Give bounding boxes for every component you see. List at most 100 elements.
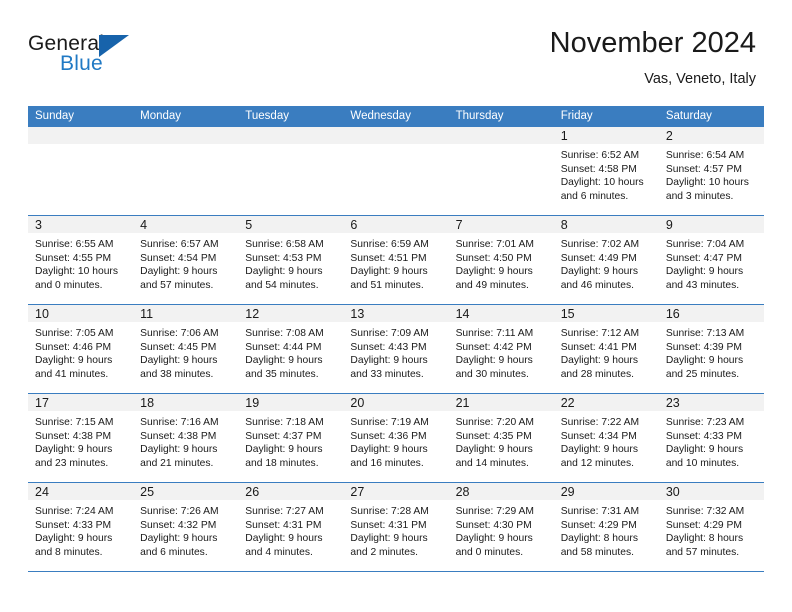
day-detail-line: Sunset: 4:33 PM [665, 430, 742, 442]
day-detail-line: Sunrise: 7:04 AM [665, 239, 745, 250]
day-number-band: 10 [28, 305, 134, 323]
day-detail-line: Daylight: 10 hours [560, 177, 644, 189]
location-subtitle: Vas, Veneto, Italy [644, 71, 756, 87]
calendar-day-cell[interactable]: 17 Sunrise: 7:15 AM Sunset: 4:38 PM Dayligh… [28, 394, 134, 482]
page-title: November 2024 [549, 27, 756, 59]
calendar-day-cell[interactable]: 14 Sunrise: 7:11 AM Sunset: 4:42 PM Dayligh… [448, 305, 554, 393]
day-detail-line: Sunrise: 7:01 AM [455, 239, 534, 250]
day-detail-line: and 2 minutes. [350, 546, 418, 558]
day-detail-line: Daylight: 9 hours [245, 533, 323, 545]
day-detail-line: Sunset: 4:41 PM [560, 341, 637, 353]
day-number-band: 23 [658, 394, 764, 412]
day-detail-line: Sunset: 4:37 PM [245, 430, 322, 442]
calendar-day-cell[interactable]: 12 Sunrise: 7:08 AM Sunset: 4:44 PM Dayligh… [238, 305, 344, 393]
day-detail-line: Daylight: 9 hours [560, 444, 638, 456]
day-detail-line: Sunset: 4:36 PM [350, 430, 427, 442]
weekday-header-wednesday: Wednesday [350, 110, 411, 122]
calendar-day-cell[interactable]: 16 Sunrise: 7:13 AM Sunset: 4:39 PM Dayligh… [658, 305, 764, 393]
day-detail-line: Sunset: 4:47 PM [665, 252, 742, 264]
day-details: Sunrise: 7:31 AM Sunset: 4:29 PM Daylight:… [554, 501, 659, 559]
day-detail-line: Sunset: 4:44 PM [245, 341, 322, 353]
day-number-band: 17 [28, 394, 134, 412]
day-details: Sunrise: 7:06 AM Sunset: 4:45 PM Daylight:… [133, 323, 238, 381]
day-detail-line: Daylight: 10 hours [35, 266, 118, 278]
day-details: Sunrise: 6:54 AM Sunset: 4:57 PM Daylight:… [659, 145, 764, 203]
calendar-day-cell[interactable]: 20 Sunrise: 7:19 AM Sunset: 4:36 PM Dayligh… [343, 394, 449, 482]
weekday-header-row: Sunday Monday Tuesday Wednesday Thursday… [28, 106, 764, 127]
day-detail-line: Sunrise: 7:09 AM [350, 328, 429, 339]
day-detail-line: Daylight: 8 hours [560, 533, 638, 545]
day-detail-line: Sunrise: 7:19 AM [350, 417, 429, 428]
day-number: 17 [35, 396, 49, 410]
day-detail-line: and 57 minutes. [140, 279, 214, 291]
day-number-band: 29 [553, 483, 659, 501]
calendar-day-cell[interactable]: 18 Sunrise: 7:16 AM Sunset: 4:38 PM Dayligh… [133, 394, 239, 482]
day-number: 1 [560, 129, 568, 143]
calendar-day-cell[interactable]: 7 Sunrise: 7:01 AM Sunset: 4:50 PM Daylight… [448, 216, 554, 304]
calendar-day-cell[interactable]: 27 Sunrise: 7:28 AM Sunset: 4:31 PM Dayligh… [343, 483, 449, 571]
calendar-day-cell[interactable]: 26 Sunrise: 7:27 AM Sunset: 4:31 PM Dayligh… [238, 483, 344, 571]
day-detail-line: Sunset: 4:39 PM [665, 341, 742, 353]
page-header: General Blue November 2024 Vas, Veneto, … [28, 26, 756, 98]
calendar-day-cell[interactable]: 24 Sunrise: 7:24 AM Sunset: 4:33 PM Dayligh… [28, 483, 134, 571]
calendar-day-cell[interactable]: 15 Sunrise: 7:12 AM Sunset: 4:41 PM Dayligh… [553, 305, 659, 393]
day-number: 24 [35, 485, 49, 499]
day-detail-line: Daylight: 9 hours [35, 355, 113, 367]
calendar-day-cell[interactable]: 8 Sunrise: 7:02 AM Sunset: 4:49 PM Daylight… [553, 216, 659, 304]
day-detail-line: Daylight: 9 hours [455, 266, 533, 278]
calendar-grid: Sunday Monday Tuesday Wednesday Thursday… [28, 106, 764, 572]
day-number-band: 16 [658, 305, 764, 323]
day-detail-line: Sunrise: 7:20 AM [455, 417, 534, 428]
day-details: Sunrise: 7:18 AM Sunset: 4:37 PM Daylight:… [238, 412, 343, 470]
day-detail-line: Daylight: 9 hours [665, 355, 744, 367]
calendar-day-cell[interactable]: 28 Sunrise: 7:29 AM Sunset: 4:30 PM Dayligh… [448, 483, 554, 571]
calendar-day-cell[interactable]: 25 Sunrise: 7:26 AM Sunset: 4:32 PM Dayligh… [133, 483, 239, 571]
day-detail-line: Sunset: 4:42 PM [455, 341, 532, 353]
day-detail-line: Sunset: 4:31 PM [245, 519, 322, 531]
day-number: 20 [350, 396, 365, 410]
day-details: Sunrise: 6:59 AM Sunset: 4:51 PM Daylight:… [343, 234, 448, 292]
day-detail-line: Sunset: 4:29 PM [665, 519, 742, 531]
day-number-band: 19 [238, 394, 344, 412]
day-detail-line: and 51 minutes. [350, 279, 424, 291]
day-detail-line: and 8 minutes. [35, 546, 103, 558]
day-number-band: 28 [448, 483, 554, 501]
calendar-day-cell[interactable]: 23 Sunrise: 7:23 AM Sunset: 4:33 PM Dayligh… [658, 394, 764, 482]
day-details: Sunrise: 7:22 AM Sunset: 4:34 PM Daylight:… [554, 412, 659, 470]
calendar-day-cell[interactable]: 2 Sunrise: 6:54 AM Sunset: 4:57 PM Daylight… [658, 127, 764, 215]
calendar-day-cell[interactable]: 30 Sunrise: 7:32 AM Sunset: 4:29 PM Dayligh… [658, 483, 764, 571]
calendar-week-row: 3 Sunrise: 6:55 AM Sunset: 4:55 PM Daylight… [28, 215, 764, 304]
calendar-day-cell[interactable]: 22 Sunrise: 7:22 AM Sunset: 4:34 PM Dayligh… [553, 394, 659, 482]
day-detail-line: and 12 minutes. [560, 457, 634, 469]
calendar-day-cell[interactable]: 3 Sunrise: 6:55 AM Sunset: 4:55 PM Daylight… [28, 216, 134, 304]
day-detail-line: and 41 minutes. [35, 368, 109, 380]
day-detail-line: Sunset: 4:29 PM [560, 519, 637, 531]
day-detail-line: Sunrise: 7:08 AM [245, 328, 324, 339]
calendar-day-cell[interactable]: 11 Sunrise: 7:06 AM Sunset: 4:45 PM Dayligh… [133, 305, 239, 393]
calendar-empty-cell [448, 127, 554, 215]
calendar-day-cell[interactable]: 19 Sunrise: 7:18 AM Sunset: 4:37 PM Dayligh… [238, 394, 344, 482]
day-details: Sunrise: 6:52 AM Sunset: 4:58 PM Daylight:… [554, 145, 659, 203]
calendar-day-cell[interactable]: 9 Sunrise: 7:04 AM Sunset: 4:47 PM Daylight… [658, 216, 764, 304]
calendar-day-cell[interactable]: 10 Sunrise: 7:05 AM Sunset: 4:46 PM Dayligh… [28, 305, 134, 393]
day-detail-line: Sunrise: 6:52 AM [560, 150, 640, 161]
day-detail-line: Sunrise: 7:18 AM [245, 417, 324, 428]
day-detail-line: Daylight: 9 hours [665, 266, 744, 278]
calendar-day-cell[interactable]: 29 Sunrise: 7:31 AM Sunset: 4:29 PM Dayligh… [553, 483, 659, 571]
day-detail-line: Sunset: 4:30 PM [455, 519, 532, 531]
day-details: Sunrise: 7:09 AM Sunset: 4:43 PM Daylight:… [343, 323, 448, 381]
calendar-day-cell[interactable]: 5 Sunrise: 6:58 AM Sunset: 4:53 PM Daylight… [238, 216, 344, 304]
calendar-day-cell[interactable]: 4 Sunrise: 6:57 AM Sunset: 4:54 PM Daylight… [133, 216, 239, 304]
day-detail-line: Sunset: 4:54 PM [140, 252, 217, 264]
day-detail-line: and 4 minutes. [245, 546, 313, 558]
day-number: 16 [665, 307, 680, 321]
calendar-day-cell[interactable]: 1 Sunrise: 6:52 AM Sunset: 4:58 PM Daylight… [553, 127, 659, 215]
calendar-day-cell[interactable]: 13 Sunrise: 7:09 AM Sunset: 4:43 PM Dayligh… [343, 305, 449, 393]
calendar-day-cell[interactable]: 6 Sunrise: 6:59 AM Sunset: 4:51 PM Daylight… [343, 216, 449, 304]
day-details: Sunrise: 7:24 AM Sunset: 4:33 PM Daylight:… [28, 501, 133, 559]
day-number-band: 30 [658, 483, 764, 501]
general-blue-logo[interactable]: General Blue [28, 32, 178, 88]
day-details: Sunrise: 7:04 AM Sunset: 4:47 PM Daylight:… [659, 234, 764, 292]
day-number-band: 7 [448, 216, 554, 234]
calendar-day-cell[interactable]: 21 Sunrise: 7:20 AM Sunset: 4:35 PM Dayligh… [448, 394, 554, 482]
